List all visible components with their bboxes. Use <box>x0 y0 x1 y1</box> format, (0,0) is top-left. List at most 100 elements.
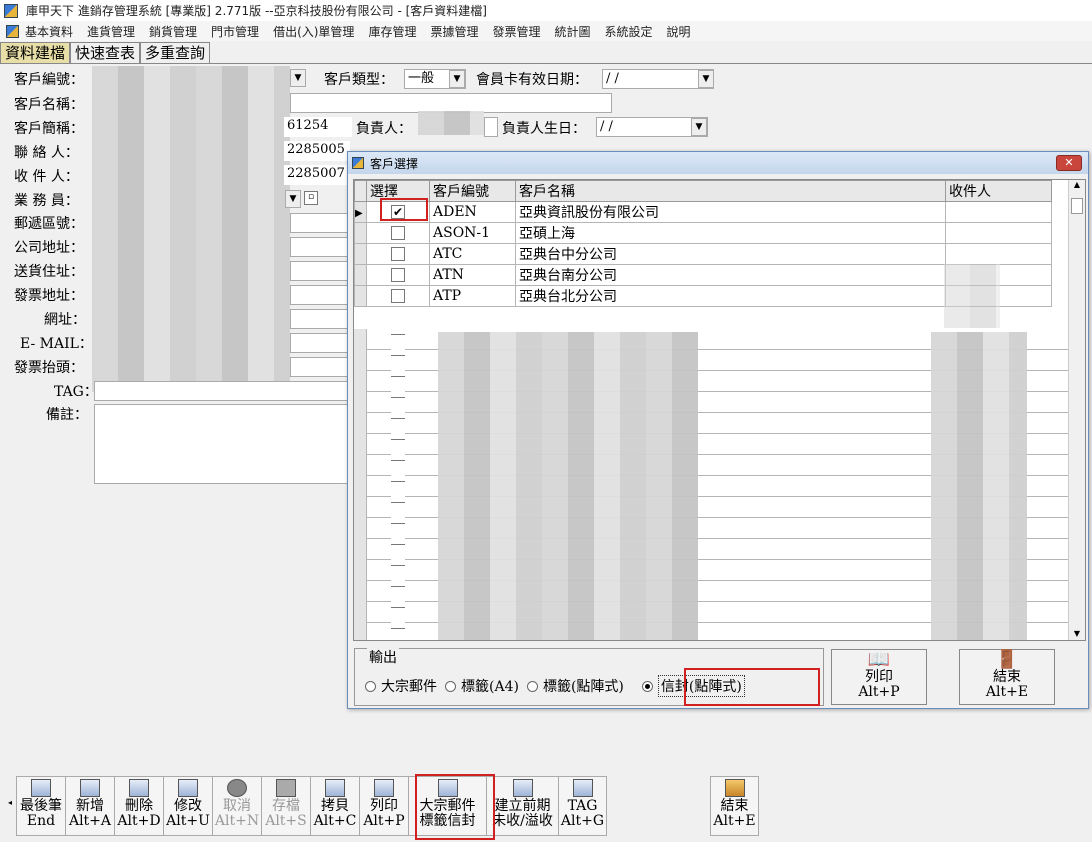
menu-store[interactable]: 門市管理 <box>211 23 259 40</box>
row-checkbox[interactable] <box>391 226 405 240</box>
row-checkbox-cell[interactable] <box>366 243 430 265</box>
owner-field[interactable] <box>484 117 498 137</box>
menu-basic-data[interactable]: 基本資料 <box>25 23 73 40</box>
table-row[interactable]: ASON-1 亞碩上海 <box>354 222 1052 244</box>
menu-charts[interactable]: 統計圖 <box>554 23 590 40</box>
member-expiry-dropdown-icon[interactable]: ▼ <box>698 70 714 88</box>
row-checkbox[interactable] <box>391 268 405 282</box>
tag-button[interactable]: TAG Alt+G <box>558 776 607 836</box>
grid-vertical-scrollbar[interactable]: ▲ ▼ <box>1068 180 1085 640</box>
menu-app-icon[interactable] <box>6 24 19 38</box>
row-checkbox[interactable] <box>391 289 405 303</box>
salesperson-dropdown-icon[interactable]: ▼ <box>285 190 301 208</box>
save-button[interactable]: 存檔 Alt+S <box>261 776 310 836</box>
company-address-field[interactable] <box>290 237 348 257</box>
tag-field[interactable] <box>94 381 348 401</box>
zip-field[interactable] <box>290 213 348 233</box>
delete-button[interactable]: 刪除 Alt+D <box>114 776 163 836</box>
row-checkbox-cell[interactable] <box>366 222 430 244</box>
dialog-close-button[interactable]: ✕ <box>1056 155 1082 171</box>
cell-receiver[interactable] <box>945 222 1052 244</box>
toolbar-exit-button[interactable]: 結束 Alt+E <box>710 776 759 836</box>
row-checkbox[interactable] <box>391 247 405 261</box>
dialog-print-button[interactable]: 📖 列印 Alt+P <box>831 649 927 705</box>
radio-selected-icon[interactable] <box>641 680 653 692</box>
add-button[interactable]: 新增 Alt+A <box>65 776 114 836</box>
menu-help[interactable]: 說明 <box>667 23 691 40</box>
cell-name[interactable]: 亞典資訊股份有限公司 <box>515 201 946 223</box>
tb-shortcut: Alt+A <box>68 813 112 829</box>
redacted-rows-content <box>438 332 698 640</box>
radio-label: 標籤(點陣式) <box>542 679 624 695</box>
invoice-title-field[interactable] <box>290 357 348 377</box>
radio-icon[interactable] <box>526 680 538 692</box>
header-customer-code[interactable]: 客戶編號 <box>429 180 516 202</box>
tb-shortcut: End <box>26 813 56 829</box>
delivery-address-field[interactable] <box>290 261 348 281</box>
copy-icon <box>325 779 345 797</box>
menu-settings[interactable]: 系統設定 <box>605 23 653 40</box>
edit-button[interactable]: 修改 Alt+U <box>163 776 212 836</box>
tab-multi-query[interactable]: 多重查詢 <box>140 42 211 64</box>
cell-code[interactable]: ATN <box>429 264 516 286</box>
cell-code[interactable]: ATP <box>429 285 516 307</box>
cell-code[interactable]: ATC <box>429 243 516 265</box>
customer-type-dropdown-icon[interactable]: ▼ <box>449 70 465 88</box>
salesperson-lookup-icon[interactable]: ▫ <box>304 191 318 205</box>
contact-phone[interactable]: 2285005 <box>284 141 350 161</box>
tab-quick-lookup[interactable]: 快速查表 <box>70 42 141 64</box>
cell-code[interactable]: ADEN <box>429 201 516 223</box>
scroll-thumb[interactable] <box>1071 198 1083 214</box>
scroll-down-icon[interactable]: ▼ <box>1069 629 1085 638</box>
label-customer-type: 客戶類型： <box>324 72 394 88</box>
row-checkbox-cell[interactable] <box>366 285 430 307</box>
owner-birthday-dropdown-icon[interactable]: ▼ <box>691 118 707 136</box>
copy-button[interactable]: 拷貝 Alt+C <box>310 776 359 836</box>
radio-icon[interactable] <box>445 680 456 692</box>
website-field[interactable] <box>290 309 348 329</box>
invoice-address-field[interactable] <box>290 285 348 305</box>
table-row[interactable]: ATC 亞典台中分公司 <box>354 243 1052 265</box>
add-icon <box>80 779 100 797</box>
customer-code-dropdown-icon[interactable]: ▼ <box>290 69 306 87</box>
menu-purchase[interactable]: 進貨管理 <box>87 23 135 40</box>
tb-label: 新增 <box>76 798 104 814</box>
create-prior-balance-button[interactable]: 建立前期 未收/溢收 <box>486 776 558 836</box>
row-checkbox-cell[interactable] <box>366 264 430 286</box>
output-bulk-mail[interactable]: 大宗郵件 <box>365 675 437 697</box>
cell-name[interactable]: 亞典台南分公司 <box>515 264 946 286</box>
output-label-dot[interactable]: 標籤(點陣式) <box>526 675 624 697</box>
cell-name[interactable]: 亞典台中分公司 <box>515 243 946 265</box>
toolbar-scroll-left-icon[interactable]: ◂ <box>8 798 12 807</box>
print-button[interactable]: 列印 Alt+P <box>359 776 408 836</box>
menu-bills[interactable]: 票據管理 <box>430 23 478 40</box>
header-customer-name[interactable]: 客戶名稱 <box>515 180 946 202</box>
cell-receiver[interactable] <box>945 201 1052 223</box>
email-field[interactable] <box>290 333 348 353</box>
remarks-field[interactable] <box>94 404 348 484</box>
cell-receiver[interactable] <box>945 243 1052 265</box>
dialog-exit-button[interactable]: 🚪 結束 Alt+E <box>959 649 1055 705</box>
last-record-icon <box>31 779 51 797</box>
cell-code[interactable]: ASON-1 <box>429 222 516 244</box>
cell-name[interactable]: 亞碩上海 <box>515 222 946 244</box>
radio-icon[interactable] <box>365 680 376 692</box>
menu-invoice[interactable]: 發票管理 <box>492 23 540 40</box>
exit-door-icon <box>724 779 745 797</box>
tb-shortcut: Alt+E <box>713 813 756 829</box>
header-receiver[interactable]: 收件人 <box>945 180 1052 202</box>
cell-name[interactable]: 亞典台北分公司 <box>515 285 946 307</box>
menu-lending[interactable]: 借出(入)單管理 <box>273 23 354 40</box>
tab-data-entry[interactable]: 資料建檔 <box>0 42 71 64</box>
table-row[interactable]: ▶ ✔ ADEN 亞典資訊股份有限公司 <box>354 201 1052 223</box>
scroll-up-icon[interactable]: ▲ <box>1069 180 1085 189</box>
output-label-a4[interactable]: 標籤(A4) <box>445 675 519 697</box>
customer-name-field[interactable] <box>290 93 612 113</box>
receiver-phone[interactable]: 2285007 <box>284 165 350 185</box>
last-record-button[interactable]: 最後筆 End <box>16 776 65 836</box>
customer-short-phone[interactable]: 61254 <box>284 117 352 137</box>
redacted-rows-checkboxes[interactable] <box>391 329 405 640</box>
menu-inventory[interactable]: 庫存管理 <box>368 23 416 40</box>
menu-sales[interactable]: 銷貨管理 <box>149 23 197 40</box>
cancel-button[interactable]: 取消 Alt+N <box>212 776 261 836</box>
